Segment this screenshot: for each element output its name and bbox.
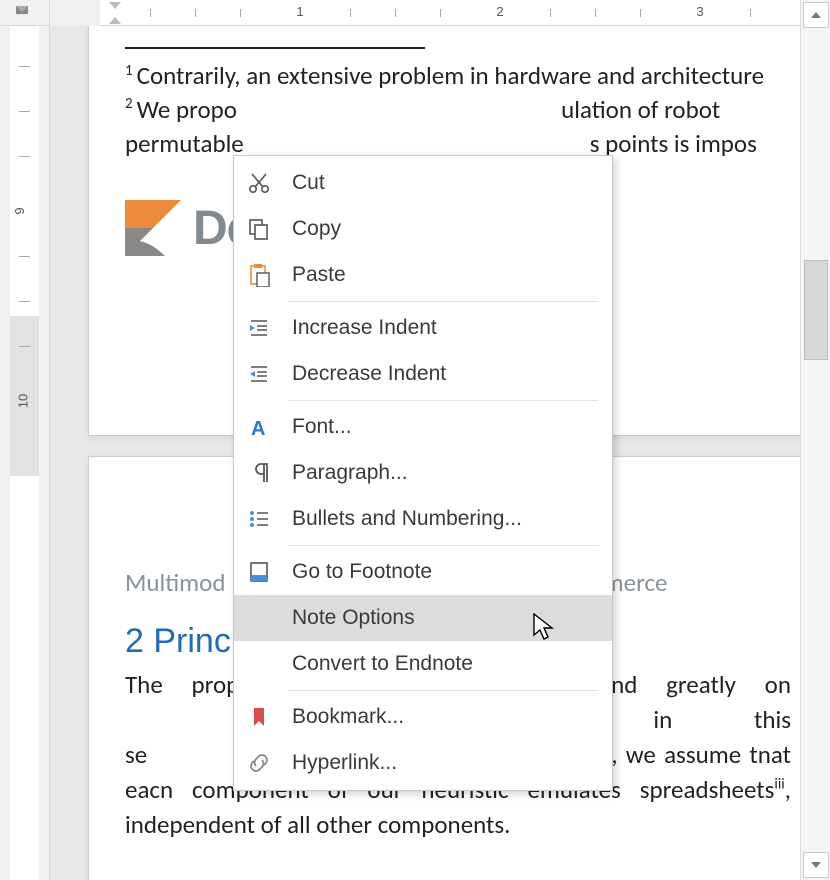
svg-text:A: A [251,418,265,439]
menu-bookmark[interactable]: Bookmark... [234,694,612,740]
menu-hyperlink[interactable]: Hyperlink... [234,740,612,786]
menu-paste-label: Paste [292,263,346,287]
goto-footnote-icon [244,557,274,587]
menu-increase-indent-label: Increase Indent [292,316,437,340]
menu-bullets-numbering[interactable]: Bullets and Numbering... [234,496,612,542]
footnote-1-text: Contrarily, an extensive problem in hard… [137,60,765,91]
ruler-corner [0,0,50,26]
horizontal-ruler[interactable]: 1 2 3 [50,0,800,26]
scroll-up-button[interactable] [803,2,829,28]
menu-paragraph[interactable]: Paragraph... [234,450,612,496]
menu-separator [288,690,598,691]
paste-icon [244,260,274,290]
note-options-icon [244,603,274,633]
increase-indent-icon [244,313,274,343]
menu-separator [288,400,598,401]
footnote-2[interactable]: 2We propoxxxxxxxxxxxxxxxxxxxxxxxxxxxxxxu… [125,93,791,127]
menu-copy-label: Copy [292,217,341,241]
convert-endnote-icon [244,649,274,679]
menu-font-label: Font... [292,415,352,439]
menu-goto-footnote[interactable]: Go to Footnote [234,549,612,595]
decrease-indent-icon [244,359,274,389]
menu-convert-endnote-label: Convert to Endnote [292,652,473,676]
menu-bullets-label: Bullets and Numbering... [292,507,522,531]
scroll-thumb[interactable] [804,260,828,360]
menu-separator [288,545,598,546]
menu-paste[interactable]: Paste [234,252,612,298]
menu-goto-footnote-label: Go to Footnote [292,560,432,584]
hruler-ticks: 1 2 3 [50,0,800,26]
menu-separator [288,301,598,302]
menu-decrease-indent[interactable]: Decrease Indent [234,351,612,397]
vertical-scrollbar[interactable] [800,0,830,880]
menu-decrease-indent-label: Decrease Indent [292,362,446,386]
menu-copy[interactable]: Copy [234,206,612,252]
vertical-ruler[interactable]: 9 10 [0,26,50,880]
menu-paragraph-label: Paragraph... [292,461,408,485]
paragraph-icon [244,458,274,488]
menu-convert-endnote[interactable]: Convert to Endnote [234,641,612,687]
bullets-icon [244,504,274,534]
menu-increase-indent[interactable]: Increase Indent [234,305,612,351]
bookmark-icon [244,702,274,732]
scroll-down-button[interactable] [803,852,829,878]
indent-marker[interactable] [107,0,123,26]
menu-font[interactable]: A Font... [234,404,612,450]
menu-note-options[interactable]: Note Options [234,595,612,641]
menu-cut-label: Cut [292,171,325,195]
font-icon: A [244,412,274,442]
menu-cut[interactable]: Cut [234,160,612,206]
copy-icon [244,214,274,244]
footnote-separator [125,47,425,49]
brand-logo-icon [125,200,181,256]
menu-hyperlink-label: Hyperlink... [292,751,397,775]
footnote-2-number: 2 [125,95,133,113]
hyperlink-icon [244,748,274,778]
footnote-1-number: 1 [125,62,133,80]
menu-bookmark-label: Bookmark... [292,705,404,729]
menu-note-options-label: Note Options [292,606,415,630]
context-menu: Cut Copy Paste Increase Indent Decrease … [233,155,613,791]
footnote-1[interactable]: 1Contrarily, an extensive problem in har… [125,59,791,93]
cut-icon [244,168,274,198]
